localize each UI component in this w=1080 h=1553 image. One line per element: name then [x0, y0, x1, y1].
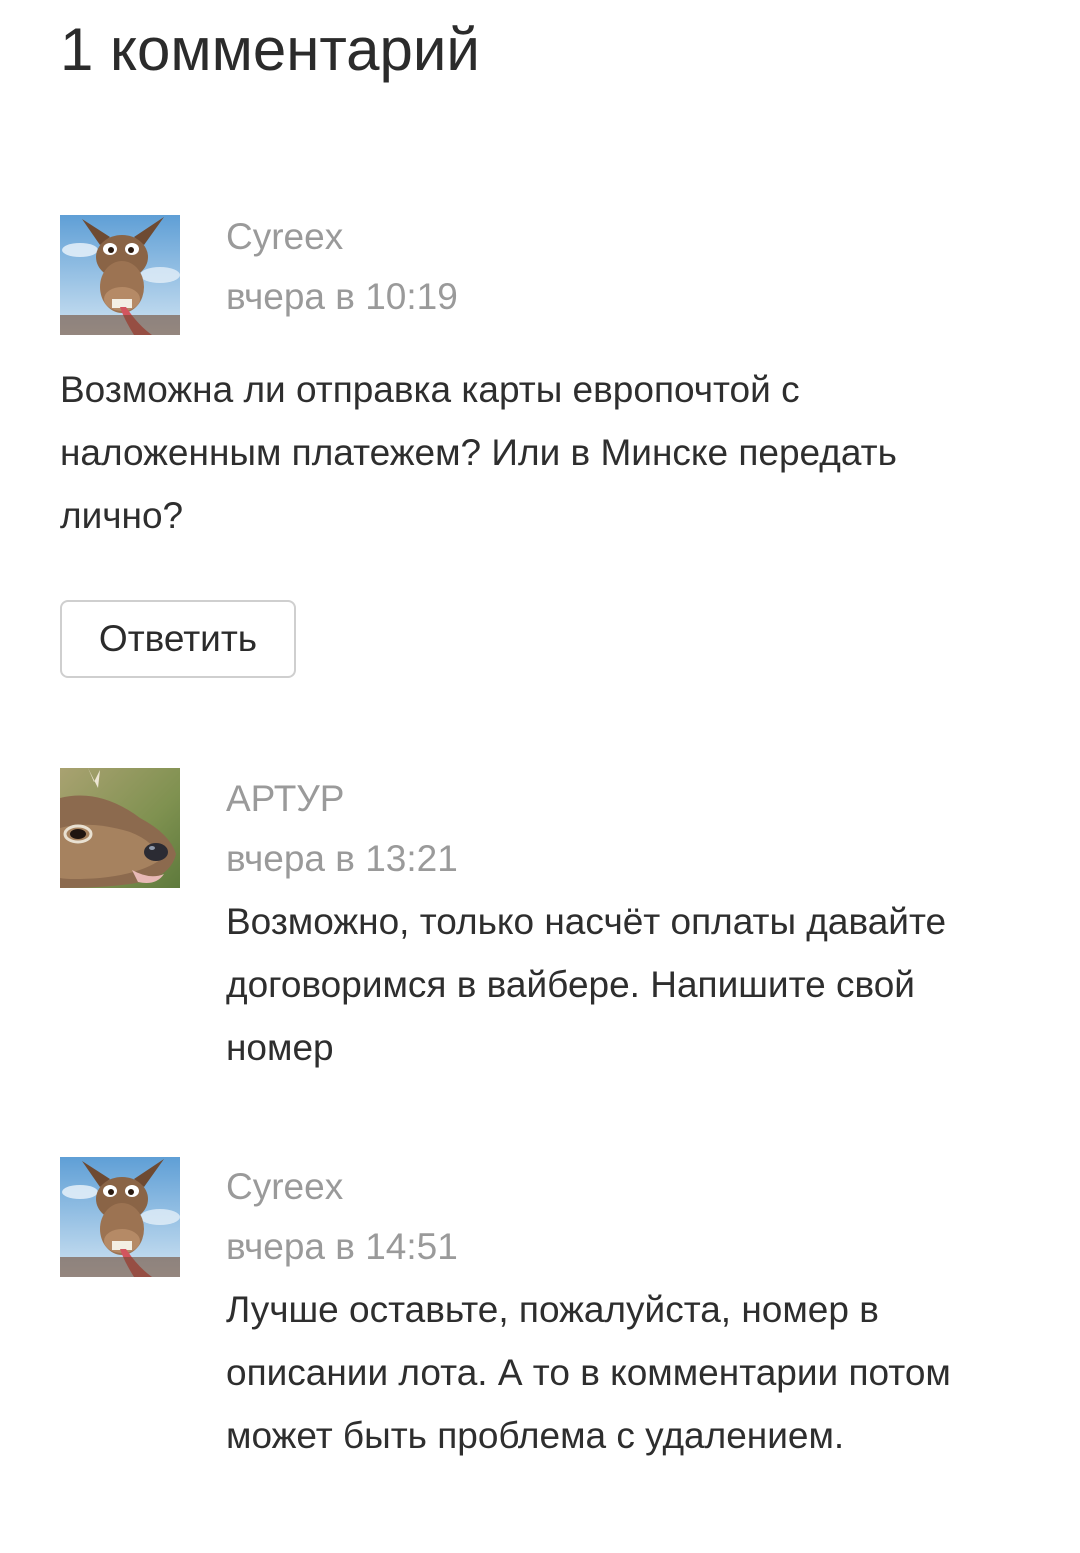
comment-text: Лучше оставьте, пожалуйста, номер в опис…: [226, 1289, 951, 1456]
comment-author-name[interactable]: Cyreex: [226, 1165, 343, 1209]
comment-text: Возможна ли отправка карты европочтой с …: [60, 369, 897, 536]
comment-timestamp: вчера в 10:19: [226, 276, 458, 317]
deer-avatar-icon[interactable]: [60, 768, 180, 888]
donkey-avatar-icon[interactable]: [60, 1157, 180, 1277]
comment-timestamp: вчера в 14:51: [226, 1226, 458, 1267]
comment-author-name[interactable]: АРТУР: [226, 777, 344, 821]
comment-author-name[interactable]: Cyreex: [226, 215, 343, 259]
reply-button[interactable]: Ответить: [60, 600, 296, 678]
comment-text: Возможно, только насчёт оплаты давайте д…: [226, 901, 947, 1068]
donkey-avatar-icon[interactable]: [60, 215, 180, 335]
comments-count-title: 1 комментарий: [60, 16, 480, 83]
comment-timestamp: вчера в 13:21: [226, 838, 458, 879]
